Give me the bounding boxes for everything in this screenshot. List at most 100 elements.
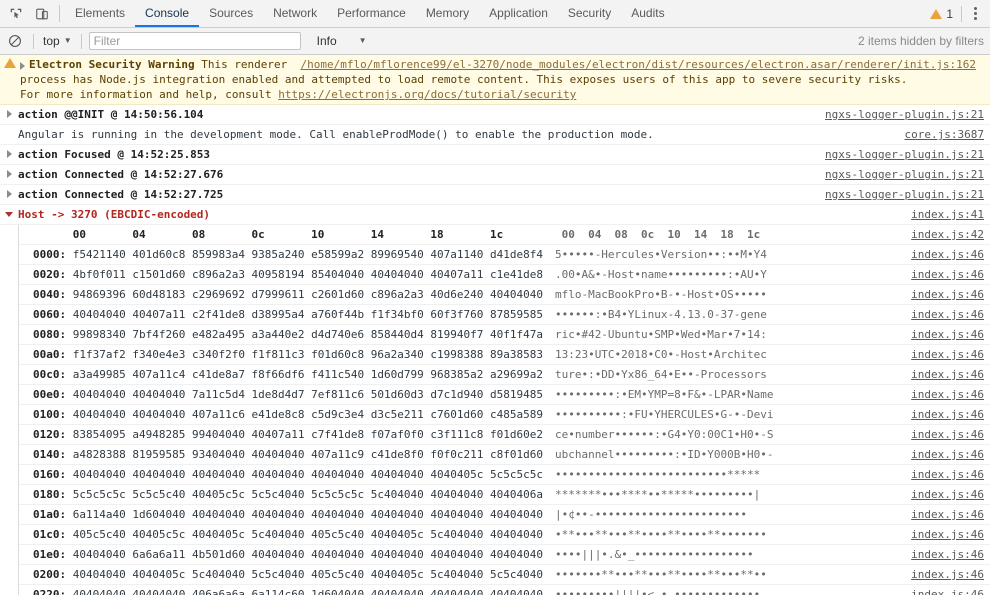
device-toolbar-icon[interactable]	[29, 0, 55, 27]
tab-network[interactable]: Network	[263, 0, 327, 27]
source-link[interactable]: ngxs-logger-plugin.js:21	[825, 108, 984, 121]
console-message-warning[interactable]: Electron Security Warning This renderer …	[0, 55, 990, 105]
devtools-tabs: Elements Console Sources Network Perform…	[65, 0, 924, 27]
source-link[interactable]: index.js:46	[911, 488, 984, 501]
source-link[interactable]: index.js:46	[911, 568, 984, 581]
tabbar-divider	[59, 5, 60, 22]
filter-input[interactable]	[88, 32, 301, 50]
tabbar-right-divider	[961, 5, 962, 22]
expand-arrow-cell[interactable]	[0, 105, 18, 118]
source-link[interactable]: index.js:42	[911, 228, 984, 241]
source-link[interactable]: index.js:46	[911, 548, 984, 561]
source-link[interactable]: index.js:41	[911, 208, 984, 221]
console-message-log[interactable]: Angular is running in the development mo…	[0, 125, 990, 145]
hexdump-row-cells: 0140: a4828388 81959585 93404040 4040404…	[33, 448, 774, 461]
hexdump-row: 0060: 40404040 40407a11 c2f41de8 d38995a…	[19, 305, 990, 325]
expand-arrow-cell[interactable]	[0, 165, 18, 178]
hexdump-header-cells: 00 04 08 0c 10 14 18 1c 00 04 08 0c 10 1…	[72, 228, 761, 241]
source-link[interactable]: index.js:46	[911, 348, 984, 361]
expand-arrow-icon[interactable]	[6, 150, 12, 158]
console-group-header[interactable]: Host -> 3270 (EBCDIC-encoded) index.js:4…	[0, 205, 990, 225]
message-source: index.js:46	[903, 345, 990, 364]
tab-label: Memory	[425, 5, 470, 20]
hexdump-row-cells: 0180: 5c5c5c5c 5c5c5c40 40405c5c 5c5c404…	[33, 488, 761, 501]
tab-application[interactable]: Application	[479, 0, 558, 27]
source-link[interactable]: index.js:46	[911, 468, 984, 481]
source-link[interactable]: index.js:46	[911, 288, 984, 301]
warning-docs-link[interactable]: https://electronjs.org/docs/tutorial/sec…	[278, 88, 576, 101]
hexdump-row-cells: 0100: 40404040 40404040 407a11c6 e41de8c…	[33, 408, 774, 421]
message-source: index.js:46	[903, 585, 990, 595]
expand-arrow-cell[interactable]	[0, 145, 18, 158]
hexdump-row: 0120: 83854095 a4948285 99404040 40407a1…	[19, 425, 990, 445]
message-source: index.js:42	[903, 225, 990, 244]
warning-source-link[interactable]: /home/mflo/mflorence99/el-3270/node_modu…	[301, 58, 977, 71]
source-link[interactable]: index.js:46	[911, 308, 984, 321]
tab-memory[interactable]: Memory	[416, 0, 479, 27]
message-source: index.js:46	[903, 245, 990, 264]
source-link[interactable]: ngxs-logger-plugin.js:21	[825, 168, 984, 181]
log-level-selector[interactable]: Info ▼	[317, 34, 367, 48]
warning-triangle-icon	[930, 8, 943, 19]
source-link[interactable]: ngxs-logger-plugin.js:21	[825, 148, 984, 161]
console-message-action[interactable]: action Focused @ 14:52:25.853 ngxs-logge…	[0, 145, 990, 165]
hexdump-row: 0140: a4828388 81959585 93404040 4040404…	[19, 445, 990, 465]
message-source: ngxs-logger-plugin.js:21	[817, 165, 990, 184]
source-link[interactable]: index.js:46	[911, 388, 984, 401]
tab-performance[interactable]: Performance	[327, 0, 416, 27]
source-link[interactable]: index.js:46	[911, 268, 984, 281]
expand-arrow-icon[interactable]	[6, 170, 12, 178]
hexdump-row: 0000: f5421140 401d60c8 859983a4 9385a24…	[19, 245, 990, 265]
expand-arrow-cell[interactable]	[0, 185, 18, 198]
source-link[interactable]: index.js:46	[911, 448, 984, 461]
console-message-list[interactable]: Electron Security Warning This renderer …	[0, 55, 990, 595]
message-source: ngxs-logger-plugin.js:21	[817, 145, 990, 164]
source-link[interactable]: ngxs-logger-plugin.js:21	[825, 188, 984, 201]
console-message-action[interactable]: action @@INIT @ 14:50:56.104 ngxs-logger…	[0, 105, 990, 125]
collapse-arrow-icon[interactable]	[5, 212, 13, 217]
message-source: index.js:46	[903, 545, 990, 564]
source-link[interactable]: index.js:46	[911, 428, 984, 441]
expand-arrow-icon[interactable]	[6, 190, 12, 198]
source-link[interactable]: index.js:46	[911, 328, 984, 341]
tab-audits[interactable]: Audits	[621, 0, 674, 27]
hexdump-row-cells: 0200: 40404040 4040405c 5c404040 5c5c404…	[33, 568, 767, 581]
hexdump-row: 00a0: f1f37af2 f340e4e3 c340f2f0 f1f811c…	[19, 345, 990, 365]
tab-console[interactable]: Console	[135, 0, 200, 27]
source-link[interactable]: index.js:46	[911, 408, 984, 421]
hexdump-row: 00e0: 40404040 40404040 7a11c5d4 1de8d4d…	[19, 385, 990, 405]
warning-count-label: 1	[946, 6, 953, 21]
tab-elements[interactable]: Elements	[65, 0, 135, 27]
source-link[interactable]: core.js:3687	[905, 128, 984, 141]
clear-console-icon[interactable]	[4, 30, 26, 52]
source-link[interactable]: index.js:46	[911, 528, 984, 541]
message-source: index.js:46	[903, 505, 990, 524]
message-source: core.js:3687	[897, 125, 990, 144]
hexdump-header-row: 00 04 08 0c 10 14 18 1c 00 04 08 0c 10 1…	[19, 225, 990, 245]
tab-label: Application	[489, 5, 548, 20]
source-link[interactable]: index.js:46	[911, 588, 984, 595]
warning-count-badge[interactable]: 1	[924, 7, 959, 21]
collapse-arrow-cell[interactable]	[0, 205, 18, 217]
execution-context-label: top	[43, 34, 60, 48]
hexdump-row: 0080: 99898340 7bf4f260 e482a495 a3a440e…	[19, 325, 990, 345]
tab-label: Sources	[209, 5, 254, 20]
tab-sources[interactable]: Sources	[199, 0, 263, 27]
hexdump-group: 00 04 08 0c 10 14 18 1c 00 04 08 0c 10 1…	[18, 225, 990, 595]
source-link[interactable]: index.js:46	[911, 508, 984, 521]
expand-arrow-icon[interactable]	[6, 110, 12, 118]
console-message-action[interactable]: action Connected @ 14:52:27.725 ngxs-log…	[0, 185, 990, 205]
hexdump-row: 00c0: a3a49985 407a11c4 c41de8a7 f8f66df…	[19, 365, 990, 385]
source-link[interactable]: index.js:46	[911, 368, 984, 381]
inspect-element-icon[interactable]	[3, 0, 29, 27]
execution-context-selector[interactable]: top ▼	[41, 34, 74, 48]
console-message-action[interactable]: action Connected @ 14:52:27.676 ngxs-log…	[0, 165, 990, 185]
tab-security[interactable]: Security	[558, 0, 621, 27]
source-link[interactable]: index.js:46	[911, 248, 984, 261]
more-options-icon[interactable]	[964, 7, 986, 20]
expand-arrow-icon[interactable]	[20, 62, 25, 70]
message-source: index.js:46	[903, 485, 990, 504]
message-source: ngxs-logger-plugin.js:21	[817, 185, 990, 204]
tab-label: Console	[145, 5, 190, 20]
tab-label: Elements	[75, 5, 126, 20]
